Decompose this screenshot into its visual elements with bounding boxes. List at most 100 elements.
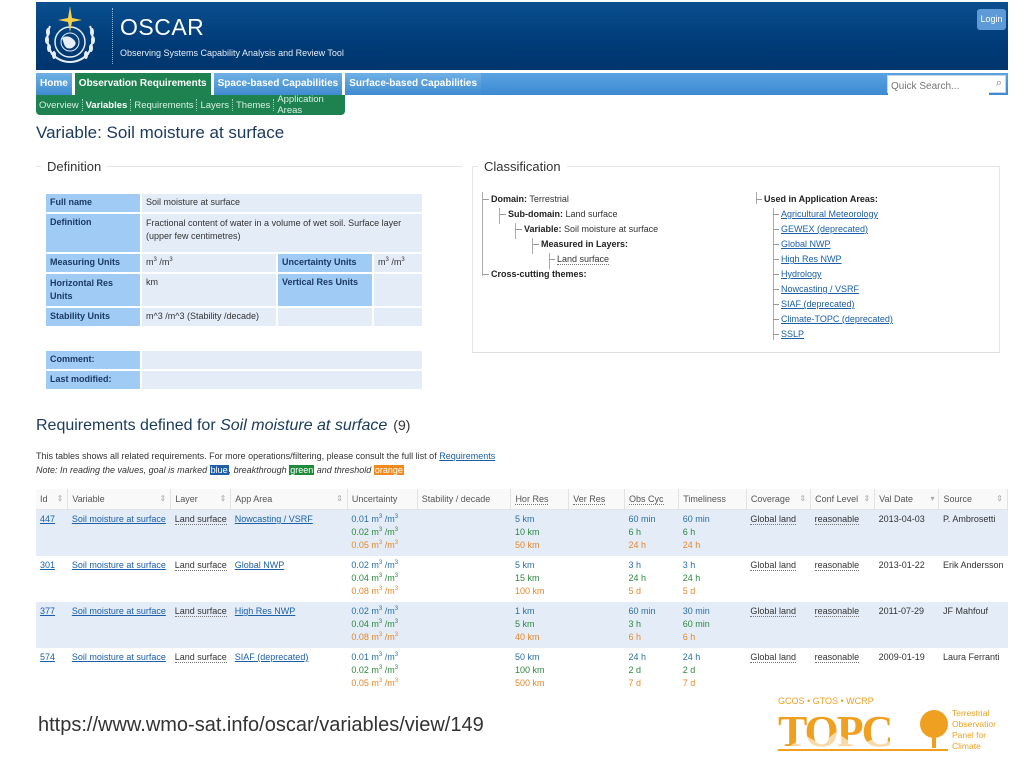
subnav-variables[interactable]: Variables — [83, 100, 131, 111]
app-area-link[interactable]: Hydrology — [773, 269, 822, 279]
tab-observation-requirements[interactable]: Observation Requirements — [74, 73, 211, 95]
col-variable[interactable]: Variable ⇕ — [67, 489, 172, 510]
requirement-id-link[interactable]: 574 — [40, 652, 55, 662]
col-obs-cyc[interactable]: Obs Cyc — [624, 489, 680, 510]
cell-app-area[interactable]: SIAF (deprecated) — [230, 648, 348, 694]
app-area-link[interactable]: Global NWP — [235, 560, 285, 570]
table-row: 301 Soil moisture at surface Land surface G… — [36, 556, 1008, 602]
col-coverage[interactable]: Coverage ⇕ — [746, 489, 812, 510]
variable-link[interactable]: Soil moisture at surface — [72, 514, 166, 524]
conf-level-value[interactable]: reasonable — [814, 514, 860, 525]
cell-id[interactable]: 447 — [36, 509, 68, 556]
cell-layer[interactable]: Land surface — [170, 509, 231, 556]
app-area-link[interactable]: High Res NWP — [773, 254, 842, 264]
stability-units-value: m^3 /m^3 (Stability /decade) — [140, 306, 278, 328]
cell-layer[interactable]: Land surface — [170, 556, 231, 602]
tree-line — [532, 238, 533, 254]
cell-layer[interactable]: Land surface — [170, 602, 231, 648]
layer-link[interactable]: Land surface — [174, 606, 227, 617]
col-ver-res[interactable]: Ver Res — [568, 489, 626, 510]
cell-id[interactable]: 377 — [36, 602, 68, 648]
col-id[interactable]: Id ⇕ — [36, 489, 69, 510]
cell-variable[interactable]: Soil moisture at surface — [67, 648, 171, 694]
coverage-value[interactable]: Global land — [750, 514, 796, 525]
layer-link[interactable]: Land surface — [174, 560, 227, 571]
col-hor-res[interactable]: Hor Res — [510, 489, 570, 510]
requirements-body: 447 Soil moisture at surface Land surface N… — [36, 509, 1008, 694]
cell-hor-res: 50 km 100 km 500 km — [510, 648, 569, 694]
tab-surface-based-capabilities[interactable]: Surface-based Capabilities — [345, 73, 482, 95]
app-area-link[interactable]: Nowcasting / VSRF — [772, 284, 859, 294]
threshold-tag: orange — [373, 465, 404, 475]
cell-app-area[interactable]: Global NWP — [230, 556, 348, 602]
last-modified-value — [140, 369, 424, 391]
app-area-link[interactable]: Global NWP — [773, 239, 831, 249]
cell-variable[interactable]: Soil moisture at surface — [67, 602, 171, 648]
subnav-overview[interactable]: Overview — [36, 100, 82, 111]
cell-ver-res — [568, 602, 625, 648]
cell-layer[interactable]: Land surface — [170, 648, 231, 694]
col-source[interactable]: Source ⇕ — [938, 489, 1008, 510]
login-button[interactable]: Login — [977, 9, 1006, 30]
requirements-title: Requirements defined for Soil moisture a… — [36, 417, 411, 434]
requirements-link[interactable]: Requirements — [439, 451, 495, 461]
variable-link[interactable]: Soil moisture at surface — [72, 606, 166, 616]
cell-app-area[interactable]: High Res NWP — [230, 602, 348, 648]
cell-variable[interactable]: Soil moisture at surface — [67, 509, 171, 556]
quick-search-input[interactable] — [888, 78, 989, 95]
cell-obs-cyc: 24 h2 d7 d — [624, 648, 679, 694]
requirements-table: Id ⇕ Variable ⇕ Layer ⇕ App Area ⇕ Uncertain… — [36, 489, 1008, 694]
cell-ver-res — [568, 648, 625, 694]
sort-icon: ⇕ — [996, 494, 1003, 503]
col-layer[interactable]: Layer ⇕ — [170, 489, 232, 510]
tree-layer-item[interactable]: Land surface — [548, 254, 610, 265]
col-app-area[interactable]: App Area ⇕ — [230, 489, 348, 510]
layer-link[interactable]: Land surface — [174, 514, 227, 525]
coverage-value[interactable]: Global land — [750, 652, 796, 663]
app-area-link[interactable]: SIAF (deprecated) — [235, 652, 309, 662]
conf-level-value[interactable]: reasonable — [814, 606, 860, 617]
sort-icon: ⇕ — [56, 494, 64, 503]
app-area-link[interactable]: Climate-TOPC (deprecated) — [773, 314, 893, 324]
subnav-themes[interactable]: Themes — [233, 100, 273, 111]
app-area-link[interactable]: GEWEX (deprecated) — [772, 224, 868, 234]
requirement-id-link[interactable]: 301 — [40, 560, 55, 570]
uncertainty-units-value: m3 /m3 — [372, 252, 424, 274]
coverage-value[interactable]: Global land — [750, 560, 796, 571]
subnav-requirements[interactable]: Requirements — [131, 100, 196, 111]
hres-units-value: km — [140, 272, 278, 308]
app-area-link[interactable]: High Res NWP — [235, 606, 296, 616]
requirement-id-link[interactable]: 377 — [40, 606, 55, 616]
search-icon[interactable]: ⌕ — [996, 77, 1002, 90]
svg-text:Panel for: Panel for — [952, 730, 986, 740]
app-area-link[interactable]: SIAF (deprecated) — [773, 299, 855, 309]
cell-id[interactable]: 301 — [36, 556, 68, 602]
cell-id[interactable]: 574 — [36, 648, 68, 694]
cell-variable[interactable]: Soil moisture at surface — [67, 556, 171, 602]
cell-coverage: Global land — [746, 509, 811, 556]
comment-value — [140, 349, 424, 371]
tree-app-areas: Used in Application Areas: — [756, 194, 878, 204]
cell-app-area[interactable]: Nowcasting / VSRF — [230, 509, 348, 556]
cell-conf-level: reasonable — [810, 509, 875, 556]
subnav-application-areas[interactable]: Application Areas — [274, 94, 345, 116]
cell-timeliness: 60 min 6 h 24 h — [678, 509, 747, 556]
layer-link[interactable]: Land surface — [174, 652, 227, 663]
requirement-id-link[interactable]: 447 — [40, 514, 55, 524]
app-area-link[interactable]: Nowcasting / VSRF — [235, 514, 313, 524]
tab-space-based-capabilities[interactable]: Space-based Capabilities — [213, 73, 343, 95]
col-val-date[interactable]: Val Date ▾ — [874, 489, 940, 510]
coverage-value[interactable]: Global land — [750, 606, 796, 617]
conf-level-value[interactable]: reasonable — [814, 652, 860, 663]
conf-level-value[interactable]: reasonable — [814, 560, 860, 571]
variable-link[interactable]: Soil moisture at surface — [72, 560, 166, 570]
table-row: 447 Soil moisture at surface Land surface N… — [36, 509, 1008, 556]
app-area-link[interactable]: Agricultural Meteorology — [772, 209, 878, 219]
tab-home[interactable]: Home — [36, 73, 72, 95]
col-conf-level[interactable]: Conf Level ⇕ — [810, 489, 876, 510]
tree-subdomain: Sub-domain: Land surface — [500, 209, 618, 219]
col-stability: Stability / decade — [417, 489, 512, 510]
app-area-link[interactable]: SSLP — [772, 329, 804, 339]
variable-link[interactable]: Soil moisture at surface — [72, 652, 166, 662]
subnav-layers[interactable]: Layers — [197, 100, 232, 111]
